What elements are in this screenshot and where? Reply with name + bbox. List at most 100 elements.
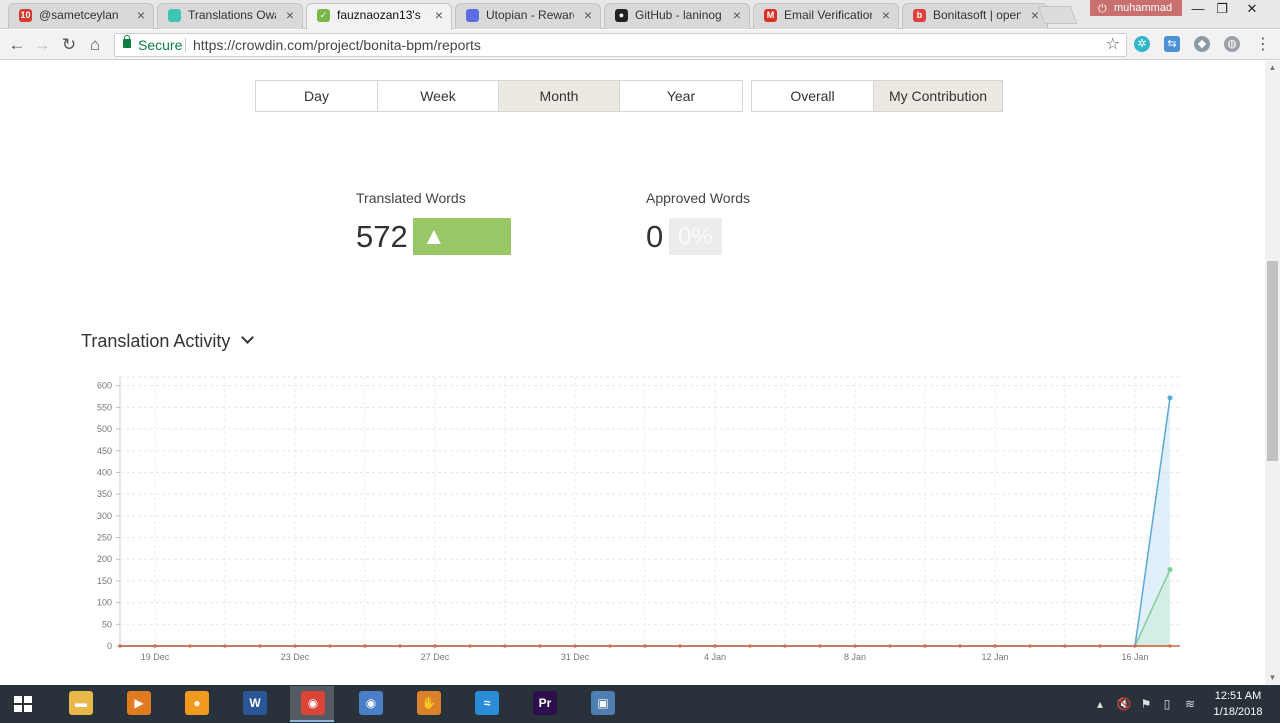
- y-tick-label: 50: [102, 619, 112, 629]
- taskbar-app[interactable]: ▶: [116, 686, 160, 722]
- approved-words-count: 0: [646, 219, 664, 254]
- approved-change-badge: 0%: [669, 218, 722, 255]
- browser-tab[interactable]: b Bonitasoft | open ×: [902, 3, 1048, 29]
- word-icon: W: [243, 691, 267, 715]
- taskbar-app[interactable]: W: [232, 686, 276, 722]
- tab-week[interactable]: Week: [378, 81, 499, 111]
- restore-button[interactable]: ❐: [1210, 1, 1234, 17]
- start-button[interactable]: [0, 685, 46, 723]
- x-tick-label: 16 Jan: [1121, 652, 1148, 662]
- forward-arrow-icon[interactable]: →: [31, 34, 53, 56]
- home-icon[interactable]: ⌂: [84, 34, 106, 56]
- close-tab-icon[interactable]: ×: [137, 4, 145, 26]
- bonita-icon: b: [913, 9, 926, 22]
- taskbar-app[interactable]: ◉: [290, 686, 334, 722]
- y-tick-label: 500: [97, 424, 112, 434]
- close-window-button[interactable]: ✕: [1240, 1, 1264, 17]
- weather-app-icon: ●: [185, 691, 209, 715]
- x-tick-label: 31 Dec: [561, 652, 590, 662]
- lock-icon: [123, 35, 131, 48]
- scroll-up-arrow-icon[interactable]: ▲: [1265, 61, 1280, 75]
- menu-dots-icon[interactable]: ⋮: [1252, 34, 1274, 56]
- extension-gear-icon[interactable]: ✲: [1134, 36, 1150, 52]
- extension-shield-icon[interactable]: ◆: [1194, 36, 1210, 52]
- leaf-icon: ✓: [317, 9, 330, 22]
- taskbar-app[interactable]: ≈: [464, 686, 508, 722]
- minimize-button[interactable]: —: [1186, 1, 1210, 17]
- bookmark-star-icon[interactable]: ☆: [1106, 34, 1120, 56]
- x-tick-label: 12 Jan: [981, 652, 1008, 662]
- browser-tab-title: @sametceylan: [39, 8, 119, 22]
- close-tab-icon[interactable]: ×: [435, 4, 443, 26]
- taskbar-app[interactable]: ●: [174, 686, 218, 722]
- wifi-signal-icon[interactable]: ≋: [1180, 685, 1200, 723]
- browser-tab-title: Email Verification: [784, 8, 872, 22]
- close-tab-icon[interactable]: ×: [733, 4, 741, 26]
- taskbar-app[interactable]: ▣: [580, 686, 624, 722]
- back-arrow-icon[interactable]: ←: [6, 34, 28, 56]
- close-tab-icon[interactable]: ×: [584, 4, 592, 26]
- chrome-canary-icon: ◉: [359, 691, 383, 715]
- address-divider: [185, 38, 186, 52]
- browser-tab-title: Utopian - Reward: [486, 8, 574, 22]
- photos-icon: ▣: [591, 691, 615, 715]
- browser-tab[interactable]: M Email Verification ×: [753, 3, 899, 29]
- x-tick-label: 23 Dec: [281, 652, 310, 662]
- windows-taskbar: ▬ ▶ ● W ◉ ◉ ✋ ≈ Pr ▣ ▴ 🔇 ⚑ ▯ ≋ 12:51 AM 1/18/2018: [0, 685, 1280, 723]
- browser-tab[interactable]: ✓ fauznaozan13's B ×: [306, 3, 452, 30]
- address-bar[interactable]: Secure https://crowdin.com/project/bonit…: [114, 33, 1127, 57]
- premiere-icon: Pr: [533, 691, 557, 715]
- tray-chevron-up-icon[interactable]: ▴: [1093, 685, 1107, 723]
- taskbar-app[interactable]: Pr: [522, 686, 566, 722]
- hand-app-icon: ✋: [417, 691, 441, 715]
- browser-app-icon: ≈: [475, 691, 499, 715]
- tab-overall[interactable]: Overall: [752, 81, 874, 111]
- translated-words-count: 572: [356, 219, 408, 254]
- browser-tab-title: fauznaozan13's B: [337, 8, 425, 22]
- browser-tab[interactable]: 10 @sametceylan ×: [8, 3, 154, 29]
- translation-activity-title[interactable]: Translation Activity: [81, 331, 230, 352]
- browser-tab-title: Translations Owa: [188, 8, 276, 22]
- battery-icon[interactable]: ▯: [1158, 685, 1176, 723]
- flag-icon[interactable]: ⚑: [1137, 685, 1155, 723]
- extension-globe-icon[interactable]: ◍: [1224, 36, 1240, 52]
- secure-label: Secure: [138, 37, 183, 53]
- extension-translate-icon[interactable]: ⇆: [1164, 36, 1180, 52]
- tab-year[interactable]: Year: [620, 81, 742, 111]
- taskbar-clock[interactable]: 12:51 AM 1/18/2018: [1206, 688, 1270, 720]
- x-tick-label: 8 Jan: [844, 652, 866, 662]
- clock-date: 1/18/2018: [1213, 706, 1263, 718]
- url-text[interactable]: https://crowdin.com/project/bonita-bpm/r…: [193, 34, 481, 56]
- taskbar-app[interactable]: ✋: [406, 686, 450, 722]
- clock-time: 12:51 AM: [1214, 690, 1262, 702]
- new-tab-button[interactable]: [1037, 6, 1078, 24]
- page-scrollbar[interactable]: ▲ ▼: [1265, 61, 1280, 685]
- browser-tab[interactable]: Utopian - Reward ×: [455, 3, 601, 29]
- chevron-down-icon[interactable]: [241, 331, 254, 344]
- translation-activity-chart: 0 50 100 150 200 250 300 350 400 450 500 550 600 19 D…: [97, 376, 1180, 662]
- x-tick-label: 19 Dec: [141, 652, 170, 662]
- approved-words-label: Approved Words: [646, 190, 751, 206]
- browser-toolbar: ← → ↻ ⌂ Secure https://crowdin.com/proje…: [0, 30, 1280, 60]
- taskbar-app[interactable]: ▬: [58, 686, 102, 722]
- browser-tab[interactable]: Translations Owa ×: [157, 3, 303, 29]
- tab-my-contribution[interactable]: My Contribution: [874, 81, 1002, 111]
- close-tab-icon[interactable]: ×: [882, 4, 890, 26]
- tab-month[interactable]: Month: [499, 81, 620, 111]
- scroll-down-arrow-icon[interactable]: ▼: [1265, 671, 1280, 685]
- tab-day[interactable]: Day: [256, 81, 378, 111]
- reload-icon[interactable]: ↻: [58, 34, 80, 56]
- profile-icon: ⏻: [1098, 3, 1107, 15]
- scroll-thumb[interactable]: [1267, 261, 1278, 461]
- x-tick-label: 27 Dec: [421, 652, 450, 662]
- chrome-icon: ◉: [301, 691, 325, 715]
- profile-button[interactable]: ⏻ muhammad: [1090, 0, 1183, 16]
- browser-tab[interactable]: ● GitHub - laninog ×: [604, 3, 750, 29]
- y-tick-label: 150: [97, 576, 112, 586]
- volume-muted-icon[interactable]: 🔇: [1114, 685, 1134, 723]
- close-tab-icon[interactable]: ×: [286, 4, 294, 26]
- translated-words-label: Translated Words: [356, 190, 466, 206]
- taskbar-app[interactable]: ◉: [348, 686, 392, 722]
- y-tick-label: 200: [97, 554, 112, 564]
- browser-tab-title: Bonitasoft | open: [933, 8, 1021, 22]
